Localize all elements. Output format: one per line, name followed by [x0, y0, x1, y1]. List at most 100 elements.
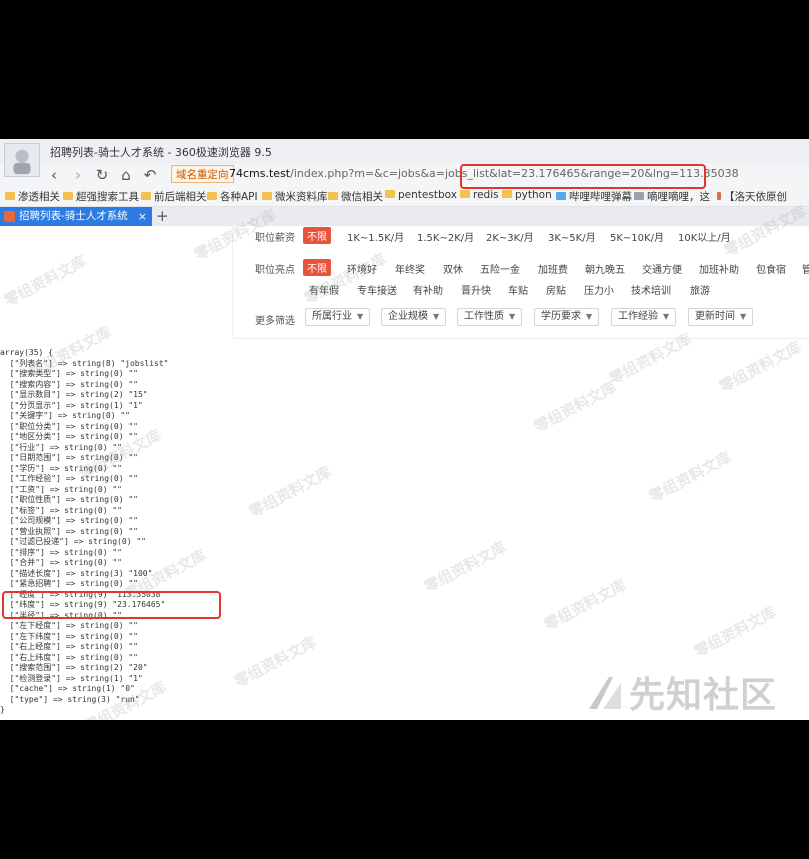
dump-line: ["左下经度"] => string(0) "" [0, 621, 138, 630]
dump-line: ["列表名"] => string(8) "jobslist" [0, 358, 169, 368]
dump-line: ["营业执照"] => string(0) "" [0, 526, 138, 536]
home-icon[interactable]: ⌂ [116, 165, 136, 185]
highlight-option[interactable]: 有年假 [309, 282, 339, 297]
update-time-dropdown[interactable]: 更新时间 ▼ [688, 308, 754, 326]
undo-icon[interactable]: ↶ [140, 165, 160, 185]
salary-option[interactable]: 1K~1.5K/月 [347, 229, 404, 244]
tab-jobs-list[interactable]: 招聘列表-骑士人才系统 × [0, 207, 152, 226]
bookmark-item[interactable]: 前后端相关 [141, 189, 207, 204]
bookmark-item[interactable]: 各种API [207, 189, 258, 204]
highlight-option[interactable]: 五险一金 [480, 261, 520, 276]
salary-option[interactable]: 2K~3K/月 [486, 229, 534, 244]
filter-label-salary: 职位薪资 [255, 233, 295, 244]
back-icon[interactable]: ‹ [44, 165, 64, 185]
highlight-option[interactable]: 包食宿 [756, 261, 786, 276]
highlight-option[interactable]: 双休 [443, 261, 463, 276]
dump-line: ["公司规模"] => string(0) "" [0, 516, 138, 525]
highlight-option[interactable]: 车贴 [508, 282, 528, 297]
reload-icon[interactable]: ↻ [92, 165, 112, 185]
favicon-icon [4, 211, 15, 222]
highlight-option[interactable]: 朝九晚五 [585, 261, 625, 276]
highlight-option[interactable]: 管 [802, 261, 809, 276]
bookmark-item[interactable]: 渗透相关 [5, 189, 60, 204]
highlight-option[interactable]: 晋升快 [461, 282, 491, 297]
highlight-option[interactable]: 环境好 [347, 261, 377, 276]
bookmark-item[interactable]: python [502, 189, 552, 201]
bookmark-item[interactable]: 嘀哩嘀哩，这 [634, 189, 710, 204]
highlight-option[interactable]: 年终奖 [395, 261, 425, 276]
industry-dropdown[interactable]: 所属行业 ▼ [305, 308, 371, 326]
folder-icon [63, 192, 73, 200]
folder-icon [556, 192, 566, 200]
bookmark-item[interactable]: pentestbox [385, 189, 457, 201]
watermark: 零组资料文库 [716, 337, 805, 397]
company-size-dropdown[interactable]: 企业规模 ▼ [381, 308, 447, 326]
url-redirect-badge[interactable]: 域名重定向 [171, 165, 234, 183]
salary-option[interactable]: 10K以上/月 [678, 229, 731, 244]
chevron-down-icon: ▼ [740, 312, 747, 321]
bookmark-item[interactable]: redis [460, 189, 499, 201]
new-tab-button[interactable]: + [156, 207, 169, 225]
chevron-down-icon: ▼ [433, 312, 440, 321]
education-dropdown[interactable]: 学历要求 ▼ [534, 308, 600, 326]
url-highlight-box [460, 164, 706, 189]
dump-line: ["左下纬度"] => string(0) "" [0, 631, 138, 641]
highlight-option[interactable]: 专车接送 [357, 282, 397, 297]
forward-icon[interactable]: › [68, 165, 88, 185]
dump-line: ["标签"] => string(0) "" [0, 505, 122, 515]
bookmark-item[interactable]: 【洛天依原创 [717, 189, 787, 204]
close-icon[interactable]: × [138, 207, 147, 226]
dump-line: array(35) { [0, 348, 53, 357]
folder-icon [141, 192, 151, 200]
dump-line: ["工资"] => string(0) "" [0, 484, 122, 494]
salary-option[interactable]: 3K~5K/月 [548, 229, 596, 244]
brand-logo: 先知社区 [585, 666, 777, 718]
tab-title: 招聘列表-骑士人才系统 [19, 210, 128, 222]
brand-mark-icon [589, 677, 621, 709]
salary-option[interactable]: 1.5K~2K/月 [417, 229, 474, 244]
avatar-icon [5, 144, 39, 176]
experience-dropdown[interactable]: 工作经验 ▼ [611, 308, 677, 326]
dump-highlight-box [2, 591, 221, 619]
bookmark-item[interactable]: 超强搜索工具 [63, 189, 139, 204]
highlight-option[interactable]: 压力小 [584, 282, 614, 297]
bookmark-item[interactable]: 微米资料库 [262, 189, 328, 204]
bookmark-icon [634, 192, 644, 200]
highlight-option[interactable]: 不限 [303, 259, 331, 276]
highlight-option[interactable]: 加班费 [538, 261, 568, 276]
salary-option[interactable]: 5K~10K/月 [610, 229, 664, 244]
dump-line: ["搜索范围"] => string(2) "20" [0, 663, 148, 672]
dump-line: ["排序"] => string(0) "" [0, 547, 122, 557]
var-dump-output: array(35) { ["列表名"] => string(8) "jobsli… [0, 348, 169, 716]
highlight-option[interactable]: 旅游 [690, 282, 710, 297]
window-title: 招聘列表-骑士人才系统 - 360极速浏览器 9.5 [50, 146, 272, 159]
salary-option[interactable]: 不限 [303, 227, 331, 244]
bookmark-item[interactable]: 微信相关 [328, 189, 383, 204]
dump-line: ["职位性质"] => string(0) "" [0, 495, 138, 504]
highlight-option[interactable]: 房贴 [546, 282, 566, 297]
dump-line: ["关键字"] => string(0) "" [0, 411, 130, 420]
highlight-option[interactable]: 交通方便 [642, 261, 682, 276]
watermark: 零组资料文库 [646, 447, 735, 507]
dump-line: ["右上经度"] => string(0) "" [0, 642, 138, 651]
bookmark-item[interactable]: 哔哩哔哩弹幕 [556, 189, 632, 204]
folder-icon [328, 192, 338, 200]
job-nature-dropdown[interactable]: 工作性质 ▼ [457, 308, 523, 326]
dump-line: ["过滤已投递"] => string(0) "" [0, 537, 146, 546]
dump-line: ["工作经验"] => string(0) "" [0, 474, 138, 483]
watermark: 零组资料文库 [421, 537, 510, 597]
page-content: 职位薪资 不限 1K~1.5K/月 1.5K~2K/月 2K~3K/月 3K~5… [0, 202, 809, 720]
filter-label-more: 更多筛选 [255, 316, 295, 327]
highlight-option[interactable]: 加班补助 [699, 261, 739, 276]
dump-line: ["右上纬度"] => string(0) "" [0, 652, 138, 662]
watermark: 零组资料文库 [531, 377, 620, 437]
title-bar: 招聘列表-骑士人才系统 - 360极速浏览器 9.5 [0, 139, 809, 164]
site-logo [4, 143, 40, 177]
watermark: 零组资料文库 [246, 462, 335, 522]
dump-line: ["行业"] => string(0) "" [0, 442, 122, 452]
dump-line: } [0, 705, 5, 714]
tab-bar: 招聘列表-骑士人才系统 × + [0, 207, 809, 226]
highlight-option[interactable]: 技术培训 [631, 282, 671, 297]
folder-icon [207, 192, 217, 200]
highlight-option[interactable]: 有补助 [413, 282, 443, 297]
